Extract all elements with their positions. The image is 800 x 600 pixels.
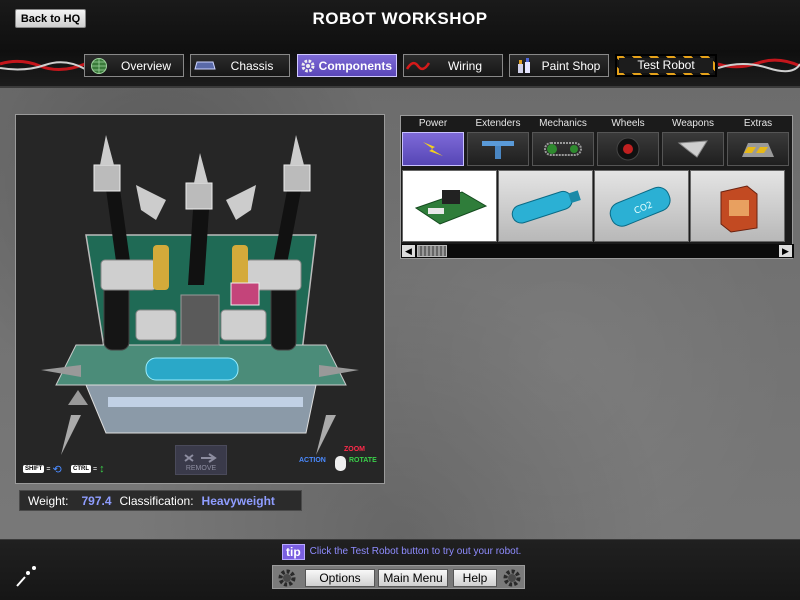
category-mechanics[interactable]: Mechanics	[531, 116, 595, 168]
tab-overview[interactable]: Overview	[84, 54, 184, 77]
tab-wiring[interactable]: Wiring	[403, 54, 503, 77]
tab-test-robot[interactable]: Test Robot	[615, 54, 717, 77]
tab-components[interactable]: Components	[297, 54, 397, 77]
wedge-icon	[742, 143, 774, 157]
updown-arrow-icon: ↕	[99, 463, 105, 475]
gear-icon	[503, 569, 521, 587]
options-button[interactable]: Options	[305, 569, 375, 587]
tab-paint-shop[interactable]: Paint Shop	[509, 54, 609, 77]
part-co2-tank[interactable]: CO2	[594, 170, 689, 242]
paint-icon	[510, 55, 538, 76]
classification-value: Heavyweight	[201, 493, 275, 508]
parts-panel: Power Extenders Mechanics Wheels Weapons…	[400, 115, 794, 259]
chassis-icon	[191, 55, 219, 76]
tab-chassis[interactable]: Chassis	[190, 54, 290, 77]
bottom-menu-bar: Options Main Menu Help	[272, 565, 525, 589]
robot-stats: Weight: 797.4 Classification: Heavyweigh…	[19, 490, 302, 511]
weight-label: Weight:	[28, 493, 69, 508]
tip-text: Click the Test Robot button to try out y…	[309, 546, 522, 557]
part-battery-box[interactable]	[690, 170, 785, 242]
header: Back to HQ ROBOT WORKSHOP Overview Chass…	[0, 0, 800, 88]
battery-box-icon	[720, 185, 757, 233]
category-tabs: Power Extenders Mechanics Wheels Weapons…	[401, 116, 794, 168]
category-wheels[interactable]: Wheels	[596, 116, 660, 168]
blue-tank-icon	[511, 190, 581, 224]
wire-icon	[404, 55, 432, 76]
shift-rotate-hint: SHIFT = ⟲	[23, 463, 62, 476]
globe-icon	[85, 55, 113, 76]
chain-icon	[544, 142, 582, 156]
cable-decoration-right	[718, 58, 800, 73]
classification-label: Classification:	[119, 493, 194, 508]
tip-badge: tip	[282, 543, 305, 560]
tip-line: tip Click the Test Robot button to try o…	[282, 543, 521, 560]
category-weapons[interactable]: Weapons	[661, 116, 725, 168]
main-menu-button[interactable]: Main Menu	[378, 569, 448, 587]
ctrl-move-hint: CTRL = ↕	[71, 463, 105, 475]
mouse-icon	[335, 456, 346, 471]
scroll-right-arrow-icon[interactable]: ▶	[779, 245, 792, 257]
category-extenders[interactable]: Extenders	[466, 116, 530, 168]
parts-scrollbar[interactable]: ◀ ▶	[401, 244, 794, 258]
category-extras[interactable]: Extras	[726, 116, 790, 168]
cursor-icon	[16, 566, 36, 587]
help-button[interactable]: Help	[453, 569, 497, 587]
lightning-icon	[423, 142, 443, 156]
rotate-icon: ⟲	[52, 463, 62, 476]
remove-arrow-icon	[184, 453, 217, 463]
category-power[interactable]: Power	[401, 116, 465, 168]
page-title: ROBOT WORKSHOP	[312, 9, 488, 28]
mouse-controls-hint: ZOOM ACTION ROTATE	[299, 445, 384, 475]
footer: tip Click the Test Robot button to try o…	[0, 539, 800, 600]
robot-viewport[interactable]: SHIFT = ⟲ CTRL = ↕ REMOVE ZOOM ACTION RO…	[15, 114, 385, 484]
scroll-left-arrow-icon[interactable]: ◀	[402, 245, 415, 257]
scroll-thumb[interactable]	[417, 245, 447, 257]
circuit-board-icon	[414, 190, 487, 225]
blade-icon	[677, 140, 708, 158]
part-list: CO2	[401, 170, 794, 242]
cable-decoration-left	[0, 59, 85, 71]
gear-icon	[278, 569, 296, 587]
remove-part-button[interactable]: REMOVE	[175, 445, 227, 475]
extender-icon	[482, 141, 514, 159]
part-blue-tank[interactable]	[498, 170, 593, 242]
co2-tank-icon: CO2	[609, 186, 671, 227]
part-circuit-board[interactable]	[402, 170, 497, 242]
wheel-icon	[616, 137, 640, 161]
gear-icon	[298, 55, 319, 76]
robot-model[interactable]	[16, 115, 384, 483]
weight-value: 797.4	[81, 493, 112, 508]
